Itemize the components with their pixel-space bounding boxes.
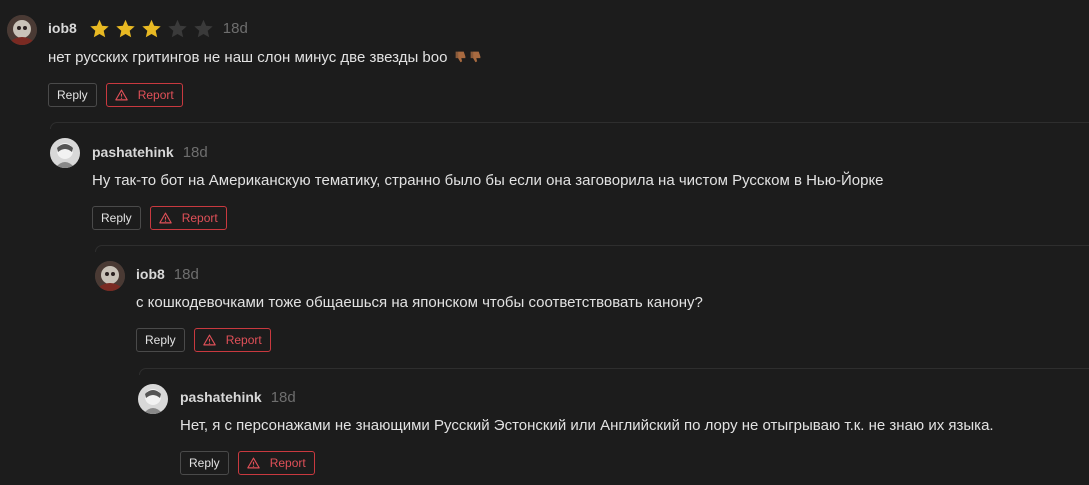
comment-text: Ну так-то бот на Американскую тематику, … [92, 172, 884, 189]
warning-icon [114, 89, 128, 101]
thread-line [139, 368, 1089, 375]
star-filled-icon [139, 17, 165, 39]
thumbs-down-icon [469, 50, 482, 63]
thumbs-down-icon [454, 50, 467, 63]
avatar[interactable] [7, 15, 37, 45]
avatar[interactable] [50, 138, 80, 168]
thread-line [95, 245, 1089, 252]
comment-header: pashatehink 18d [92, 141, 208, 163]
comment-actions: Reply Report [136, 328, 271, 352]
reply-button[interactable]: Reply [48, 83, 97, 107]
username[interactable]: iob8 [48, 20, 77, 36]
star-empty-icon [165, 17, 191, 39]
thread-line [50, 122, 1089, 129]
comment-header: pashatehink 18d [180, 386, 296, 408]
report-button[interactable]: Report [149, 206, 227, 230]
comment-header: iob8 18d [48, 16, 248, 40]
comment-text: Нет, я с персонажами не знающими Русский… [180, 417, 994, 434]
comment-text: с кошкодевочками тоже общаешься на японс… [136, 294, 703, 311]
warning-icon [202, 334, 216, 346]
comment-actions: Reply Report [180, 451, 315, 475]
comment-text: нет русских гритингов не наш слон минус … [48, 49, 482, 66]
star-empty-icon [191, 17, 217, 39]
avatar[interactable] [138, 384, 168, 414]
timestamp: 18d [182, 143, 208, 161]
star-filled-icon [87, 17, 113, 39]
warning-icon [246, 457, 260, 469]
reply-button[interactable]: Reply [136, 328, 185, 352]
comment-actions: Reply Report [92, 206, 227, 230]
reply-button[interactable]: Reply [180, 451, 229, 475]
comment-header: iob8 18d [136, 263, 199, 285]
timestamp: 18d [270, 388, 296, 406]
report-button[interactable]: Report [105, 83, 183, 107]
star-rating [87, 17, 217, 39]
username[interactable]: iob8 [136, 266, 165, 282]
username[interactable]: pashatehink [180, 389, 262, 405]
comment-actions: Reply Report [48, 83, 183, 107]
reply-button[interactable]: Reply [92, 206, 141, 230]
timestamp: 18d [222, 19, 248, 37]
avatar[interactable] [95, 261, 125, 291]
warning-icon [158, 212, 172, 224]
username[interactable]: pashatehink [92, 144, 174, 160]
star-filled-icon [113, 17, 139, 39]
timestamp: 18d [173, 265, 199, 283]
report-button[interactable]: Report [237, 451, 315, 475]
report-button[interactable]: Report [193, 328, 271, 352]
